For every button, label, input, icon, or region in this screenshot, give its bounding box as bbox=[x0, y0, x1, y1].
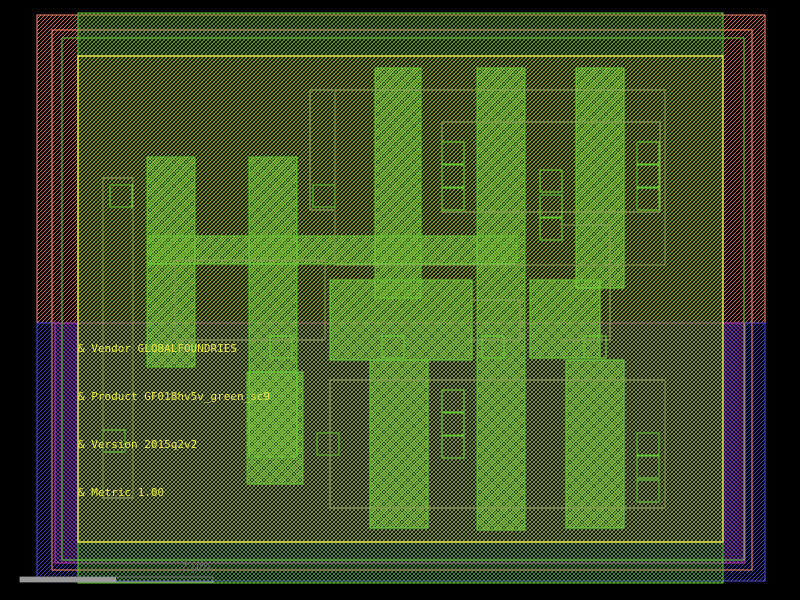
finger-7 bbox=[565, 359, 625, 529]
label-metric: & Metric 1.00 bbox=[78, 486, 165, 499]
metal-block-right bbox=[529, 279, 601, 359]
label-vendor: & Vendor GLOBALFOUNDRIES bbox=[78, 342, 237, 355]
finger-8 bbox=[246, 371, 304, 485]
finger-4 bbox=[476, 67, 526, 531]
label-product: & Product GF018hv5v_green_sc9 bbox=[78, 390, 271, 403]
label-version: & Version 2015q2v2 bbox=[78, 438, 198, 451]
scale-bar-fill bbox=[20, 577, 116, 582]
scale-bar-label: 2 µm bbox=[180, 560, 211, 574]
metal-block-center bbox=[329, 279, 473, 361]
layout-canvas[interactable]: & Vendor GLOBALFOUNDRIES & Product GF018… bbox=[0, 0, 800, 600]
layout-drawing bbox=[19, 12, 766, 584]
finger-5 bbox=[575, 67, 625, 289]
finger-6 bbox=[369, 359, 429, 529]
